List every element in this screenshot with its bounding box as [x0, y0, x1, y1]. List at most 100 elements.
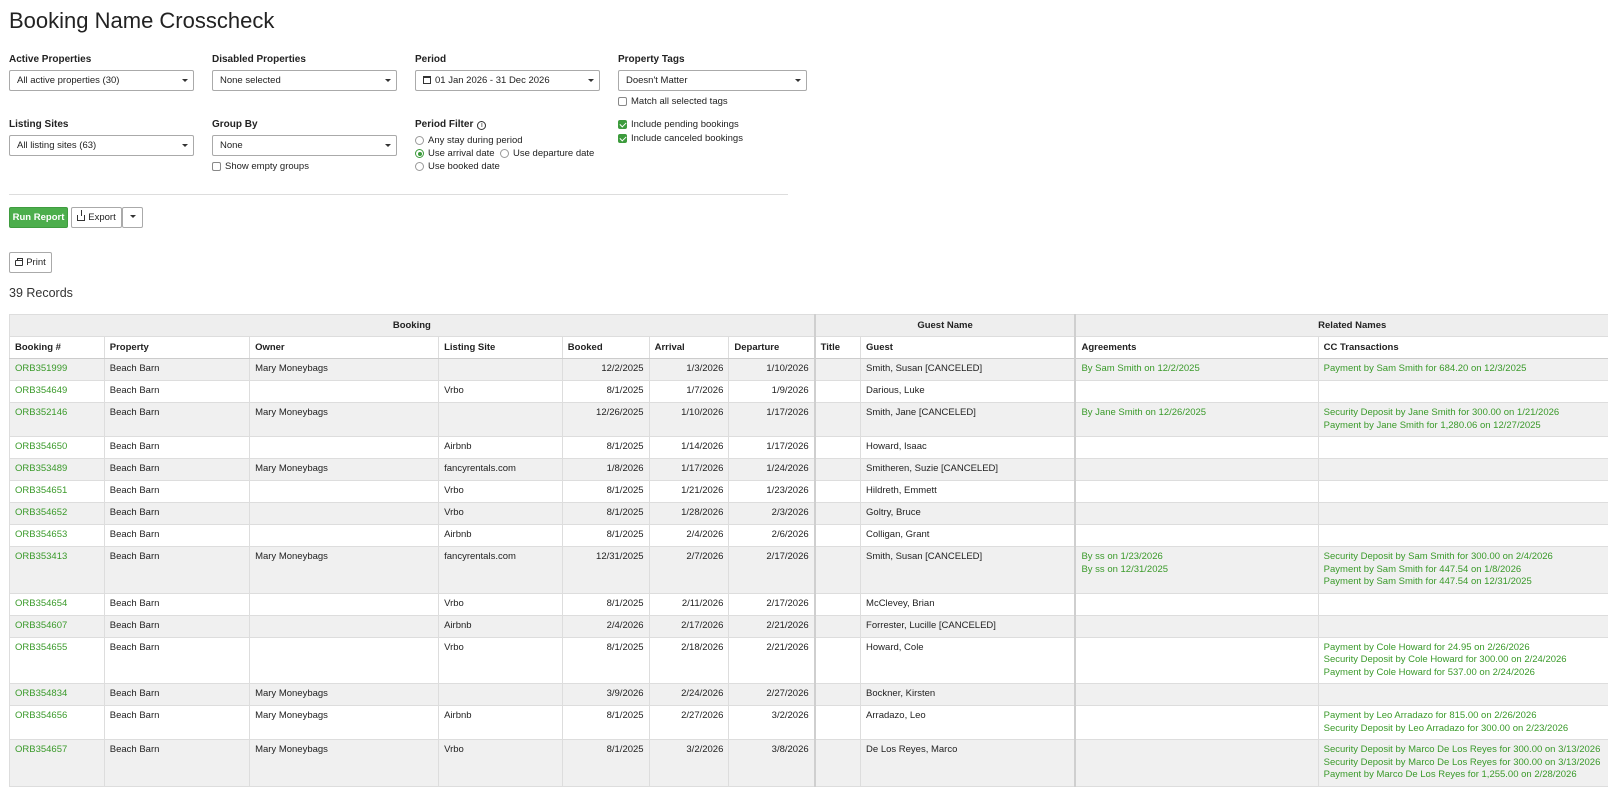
col-listing-site[interactable]: Listing Site — [438, 336, 563, 359]
col-cc-transactions[interactable]: CC Transactions — [1317, 336, 1608, 359]
arrival-cell: 2/11/2026 — [648, 592, 730, 616]
cc-transactions-cell — [1317, 502, 1608, 525]
show-empty-groups-label: Show empty groups — [225, 161, 309, 172]
listing-site-cell: Airbnb — [438, 705, 563, 740]
cc-transactions-cell-entry[interactable]: Security Deposit by Cole Howard for 300.… — [1324, 654, 1608, 667]
cc-transactions-cell-entry[interactable]: Payment by Sam Smith for 447.54 on 12/31… — [1324, 576, 1608, 589]
booking-number-link[interactable]: ORB354656 — [9, 705, 105, 740]
listing-site-cell: Vrbo — [438, 502, 563, 525]
cc-transactions-cell-entry[interactable]: Security Deposit by Marco De Los Reyes f… — [1324, 757, 1608, 770]
col-agreements[interactable]: Agreements — [1074, 336, 1319, 359]
agreements-cell — [1074, 705, 1319, 740]
cc-transactions-cell-entry[interactable]: Security Deposit by Sam Smith for 300.00… — [1324, 551, 1608, 564]
match-all-tags-checkbox[interactable]: Match all selected tags — [618, 96, 728, 107]
listing-site-cell: Airbnb — [438, 524, 563, 547]
cc-transactions-cell: Payment by Cole Howard for 24.95 on 2/26… — [1317, 636, 1608, 684]
chevron-down-icon — [385, 79, 391, 82]
booking-number-link[interactable]: ORB354653 — [9, 524, 105, 547]
cc-transactions-cell-entry[interactable]: Security Deposit by Leo Arradazo for 300… — [1324, 723, 1608, 736]
run-report-button[interactable]: Run Report — [9, 207, 68, 228]
active-properties-select[interactable]: All active properties (30) — [9, 70, 194, 91]
arrival-cell: 2/7/2026 — [648, 546, 730, 594]
radio-arrival-date[interactable]: Use arrival date — [415, 148, 495, 159]
group-by-value: None — [220, 140, 243, 151]
col-guest[interactable]: Guest — [860, 336, 1076, 359]
booking-number-link[interactable]: ORB354649 — [9, 380, 105, 403]
include-canceled-checkbox[interactable]: Include canceled bookings — [618, 133, 743, 144]
departure-cell: 2/21/2026 — [728, 636, 816, 684]
col-departure[interactable]: Departure — [728, 336, 816, 359]
booking-number-link[interactable]: ORB354834 — [9, 683, 105, 706]
booked-cell: 8/1/2025 — [561, 739, 650, 787]
listing-site-cell: fancyrentals.com — [438, 458, 563, 481]
booking-number-link[interactable]: ORB353489 — [9, 458, 105, 481]
booking-number-link[interactable]: ORB354657 — [9, 739, 105, 787]
radio-departure-date[interactable]: Use departure date — [500, 148, 594, 159]
booking-number-link[interactable]: ORB354651 — [9, 480, 105, 503]
booking-number-link[interactable]: ORB354654 — [9, 592, 105, 616]
guest-cell: Smith, Susan [CANCELED] — [860, 358, 1076, 381]
disabled-properties-value: None selected — [220, 75, 281, 86]
group-by-select[interactable]: None — [212, 135, 397, 156]
agreements-cell-entry[interactable]: By ss on 12/31/2025 — [1081, 564, 1312, 577]
agreements-cell-entry[interactable]: By ss on 1/23/2026 — [1081, 551, 1312, 564]
col-booked[interactable]: Booked — [561, 336, 650, 359]
cc-transactions-cell-entry[interactable]: Payment by Sam Smith for 447.54 on 1/8/2… — [1324, 564, 1608, 577]
listing-sites-select[interactable]: All listing sites (63) — [9, 135, 194, 156]
filters-divider — [9, 194, 788, 195]
col-title[interactable]: Title — [813, 336, 862, 359]
listing-site-cell: fancyrentals.com — [438, 546, 563, 594]
period-select[interactable]: 01 Jan 2026 - 31 Dec 2026 — [415, 70, 600, 91]
include-pending-checkbox[interactable]: Include pending bookings — [618, 119, 739, 130]
col-property[interactable]: Property — [103, 336, 251, 359]
property-tags-select[interactable]: Doesn't Matter — [618, 70, 807, 91]
cc-transactions-cell-entry[interactable]: Security Deposit by Marco De Los Reyes f… — [1324, 744, 1608, 757]
print-button[interactable]: Print — [9, 252, 52, 273]
departure-cell: 2/17/2026 — [728, 546, 816, 594]
booking-number-link[interactable]: ORB354607 — [9, 614, 105, 638]
arrival-cell: 2/24/2026 — [648, 683, 730, 706]
checkbox-icon — [618, 97, 627, 106]
radio-arrival-date-label: Use arrival date — [428, 148, 495, 159]
arrival-cell: 1/14/2026 — [648, 436, 730, 459]
info-icon[interactable]: i — [477, 121, 487, 130]
booked-cell: 8/1/2025 — [561, 636, 650, 684]
export-dropdown-toggle[interactable] — [122, 207, 143, 228]
chevron-down-icon — [182, 144, 188, 147]
export-button[interactable]: Export — [71, 207, 122, 228]
departure-cell: 2/27/2026 — [728, 683, 816, 706]
radio-booked-date[interactable]: Use booked date — [415, 161, 500, 172]
col-owner[interactable]: Owner — [249, 336, 440, 359]
group-header-related-names: Related Names — [1074, 314, 1608, 337]
agreements-cell-entry[interactable]: By Sam Smith on 12/2/2025 — [1081, 363, 1312, 376]
property-cell: Beach Barn — [103, 614, 251, 638]
booking-number-link[interactable]: ORB353413 — [9, 546, 105, 594]
col-arrival[interactable]: Arrival — [648, 336, 730, 359]
title-cell — [813, 636, 862, 684]
booking-number-link[interactable]: ORB351999 — [9, 358, 105, 381]
title-cell — [813, 502, 862, 525]
booking-number-link[interactable]: ORB354652 — [9, 502, 105, 525]
cc-transactions-cell-entry[interactable]: Payment by Marco De Los Reyes for 1,255.… — [1324, 769, 1608, 782]
table-row: ORB354655 Beach Barn Vrbo 8/1/2025 2/18/2026… — [9, 636, 1608, 684]
cc-transactions-cell-entry[interactable]: Payment by Cole Howard for 537.00 on 2/2… — [1324, 667, 1608, 680]
cc-transactions-cell-entry[interactable]: Payment by Cole Howard for 24.95 on 2/26… — [1324, 642, 1608, 655]
owner-cell — [249, 614, 440, 638]
cc-transactions-cell-entry[interactable]: Security Deposit by Jane Smith for 300.0… — [1324, 407, 1608, 420]
agreements-cell-entry[interactable]: By Jane Smith on 12/26/2025 — [1081, 407, 1312, 420]
booking-number-link[interactable]: ORB354655 — [9, 636, 105, 684]
cc-transactions-cell-entry[interactable]: Payment by Leo Arradazo for 815.00 on 2/… — [1324, 710, 1608, 723]
radio-any-stay[interactable]: Any stay during period — [415, 135, 523, 146]
cc-transactions-cell-entry[interactable]: Payment by Sam Smith for 684.20 on 12/3/… — [1324, 363, 1608, 376]
arrival-cell: 1/17/2026 — [648, 458, 730, 481]
booking-number-link[interactable]: ORB352146 — [9, 402, 105, 437]
booking-number-link[interactable]: ORB354650 — [9, 436, 105, 459]
disabled-properties-select[interactable]: None selected — [212, 70, 397, 91]
cc-transactions-cell-entry[interactable]: Payment by Jane Smith for 1,280.06 on 12… — [1324, 420, 1608, 433]
property-cell: Beach Barn — [103, 480, 251, 503]
report-table: Booking Guest Name Related Names Booking… — [8, 314, 1608, 787]
show-empty-groups-checkbox[interactable]: Show empty groups — [212, 161, 309, 172]
owner-cell — [249, 380, 440, 403]
guest-cell: Colligan, Grant — [860, 524, 1076, 547]
col-booking-number[interactable]: Booking # — [9, 336, 105, 359]
